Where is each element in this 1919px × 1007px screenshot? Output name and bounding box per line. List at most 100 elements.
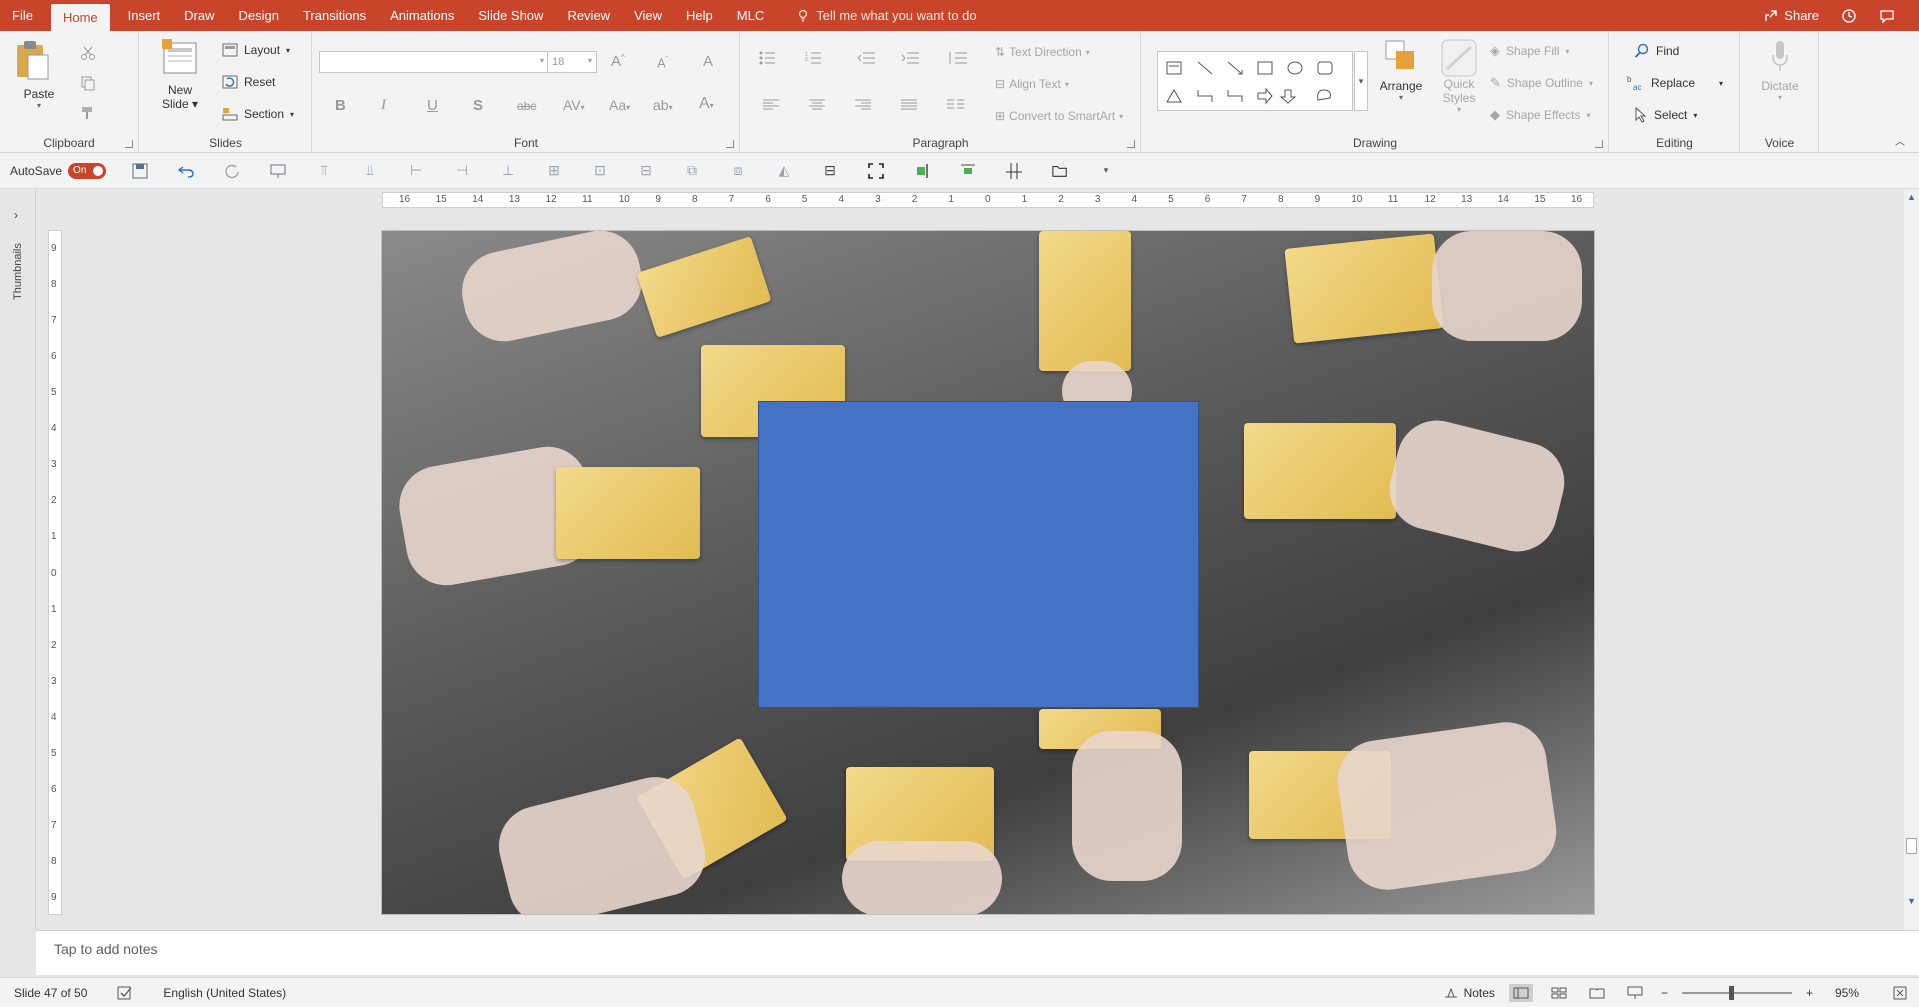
decrease-indent-icon[interactable] (857, 51, 875, 65)
line-spacing-icon[interactable] (947, 51, 969, 65)
guides-icon[interactable] (1006, 162, 1023, 179)
clear-formatting-icon[interactable]: A (703, 53, 713, 70)
tab-slide-show[interactable]: Slide Show (466, 0, 555, 31)
history-icon[interactable] (1841, 8, 1857, 24)
tell-me-search[interactable]: Tell me what you want to do (796, 0, 977, 31)
shape-fill-button[interactable]: ◈ Shape Fill ▾ (1490, 43, 1569, 59)
increase-indent-icon[interactable] (901, 51, 919, 65)
character-spacing-icon[interactable]: AV▾ (563, 97, 585, 113)
shape-outline-button[interactable]: ✎ Shape Outline ▾ (1490, 75, 1593, 91)
drawing-launcher[interactable] (1595, 140, 1603, 148)
tab-draw[interactable]: Draw (172, 0, 226, 31)
columns-icon[interactable] (947, 99, 969, 111)
expand-thumbnails-icon[interactable]: › (14, 208, 18, 222)
open-folder-icon[interactable] (1052, 163, 1068, 179)
redo-icon[interactable] (224, 163, 240, 179)
cut-icon[interactable] (80, 45, 96, 61)
paragraph-launcher[interactable] (1127, 140, 1135, 148)
paste-button[interactable]: Paste ▾ (14, 39, 64, 110)
tab-view[interactable]: View (622, 0, 674, 31)
zoom-level[interactable]: 95% (1835, 986, 1859, 1000)
reset-button[interactable]: Reset (222, 75, 275, 89)
font-name-box[interactable]: ▾ (319, 51, 549, 73)
blue-rectangle-shape[interactable] (758, 401, 1199, 708)
save-icon[interactable] (132, 163, 148, 179)
shape-effects-button[interactable]: ◆ Shape Effects ▾ (1490, 107, 1591, 123)
reading-view-icon[interactable] (1585, 984, 1609, 1002)
align-right-objects-icon[interactable]: ⊣ (454, 162, 470, 179)
notes-toggle-button[interactable]: Notes (1444, 986, 1495, 1000)
distribute-horizontal-icon[interactable]: ⊡ (592, 162, 608, 179)
bold-icon[interactable]: B (335, 97, 346, 114)
shrink-font-icon[interactable]: Aˇ (657, 55, 668, 70)
share-button[interactable]: Share (1764, 8, 1819, 23)
rotate-icon[interactable]: ◭ (776, 162, 792, 179)
find-button[interactable]: Find (1634, 43, 1679, 59)
scrollbar-thumb[interactable] (1906, 838, 1917, 854)
slide-sorter-icon[interactable] (1547, 984, 1571, 1002)
align-center-objects-icon[interactable]: ⊞ (546, 162, 562, 179)
shapes-more-icon[interactable]: ▾ (1354, 51, 1368, 111)
zoom-slider[interactable] (1681, 985, 1792, 1000)
undo-icon[interactable] (178, 163, 194, 179)
justify-icon[interactable] (901, 99, 917, 111)
spelling-check-icon[interactable] (117, 986, 133, 1000)
align-left-objects-icon[interactable]: ⊢ (408, 162, 424, 179)
italic-icon[interactable]: I (381, 97, 386, 114)
shapes-gallery[interactable] (1157, 51, 1353, 111)
language-indicator[interactable]: English (United States) (163, 986, 286, 1000)
slide-canvas[interactable] (381, 230, 1595, 915)
select-button[interactable]: Select ▾ (1634, 107, 1697, 123)
align-right-icon[interactable] (855, 99, 871, 111)
zoom-slider-knob[interactable] (1729, 985, 1735, 1000)
slideshow-view-icon[interactable] (1623, 984, 1647, 1002)
normal-view-icon[interactable] (1508, 983, 1533, 1002)
quick-styles-button[interactable]: Quick Styles ▾ (1432, 39, 1486, 114)
bullets-icon[interactable] (759, 51, 781, 65)
font-size-box[interactable]: 18 ▾ (547, 51, 597, 73)
fit-to-slide-icon[interactable] (868, 162, 884, 179)
shadow-icon[interactable]: S (473, 97, 483, 114)
align-bottom-icon[interactable]: ⊥ (500, 162, 516, 179)
align-to-edge-icon[interactable] (914, 163, 930, 179)
tab-design[interactable]: Design (227, 0, 291, 31)
change-case-icon[interactable]: Aa▾ (609, 97, 630, 113)
format-painter-icon[interactable] (80, 105, 96, 121)
customize-toolbar-icon[interactable]: ▾ (1098, 163, 1114, 179)
notes-pane[interactable]: Tap to add notes (36, 930, 1919, 975)
group-icon[interactable]: ⧉ (684, 162, 700, 179)
numbering-icon[interactable]: 12 (805, 51, 827, 65)
stretch-icon[interactable] (960, 163, 976, 179)
tab-transitions[interactable]: Transitions (291, 0, 378, 31)
text-direction-button[interactable]: ⇅ Text Direction ▾ (995, 45, 1090, 59)
zoom-out-icon[interactable]: − (1661, 986, 1668, 1000)
layout-button[interactable]: Layout ▾ (222, 43, 290, 57)
align-top-icon[interactable]: ⫪ (316, 162, 332, 179)
tab-help[interactable]: Help (674, 0, 725, 31)
font-color-icon[interactable]: A▾ (699, 95, 714, 113)
zoom-in-icon[interactable]: + (1806, 986, 1813, 1000)
autosave-toggle[interactable]: On (68, 162, 107, 179)
fit-slide-icon[interactable] (1893, 986, 1907, 1000)
tab-mlc[interactable]: MLC (725, 0, 776, 31)
new-slide-button[interactable]: New Slide ▾ (154, 39, 206, 111)
strikethrough-icon[interactable]: abc (517, 99, 536, 113)
scroll-up-icon[interactable]: ▲ (1907, 192, 1916, 202)
copy-icon[interactable] (80, 75, 96, 91)
comments-icon[interactable] (1879, 8, 1895, 24)
tab-insert[interactable]: Insert (116, 0, 173, 31)
tab-home[interactable]: Home (50, 4, 110, 31)
clipboard-launcher[interactable] (125, 140, 133, 148)
tab-animations[interactable]: Animations (378, 0, 466, 31)
distribute-vertical-icon[interactable]: ⊟ (638, 162, 654, 179)
arrange-button[interactable]: Arrange ▾ (1374, 39, 1428, 102)
grow-font-icon[interactable]: A^ (611, 53, 625, 70)
replace-button[interactable]: b ac Replace ▾ (1627, 75, 1723, 91)
ungroup-icon[interactable]: ⧈ (730, 162, 746, 179)
align-left-icon[interactable] (763, 99, 779, 111)
present-from-start-icon[interactable] (270, 163, 286, 179)
align-center-icon[interactable] (809, 99, 825, 111)
dictate-button[interactable]: Dictate ▾ (1753, 39, 1807, 102)
underline-icon[interactable]: U (427, 97, 438, 114)
convert-smartart-button[interactable]: ⊞ Convert to SmartArt ▾ (995, 109, 1123, 123)
